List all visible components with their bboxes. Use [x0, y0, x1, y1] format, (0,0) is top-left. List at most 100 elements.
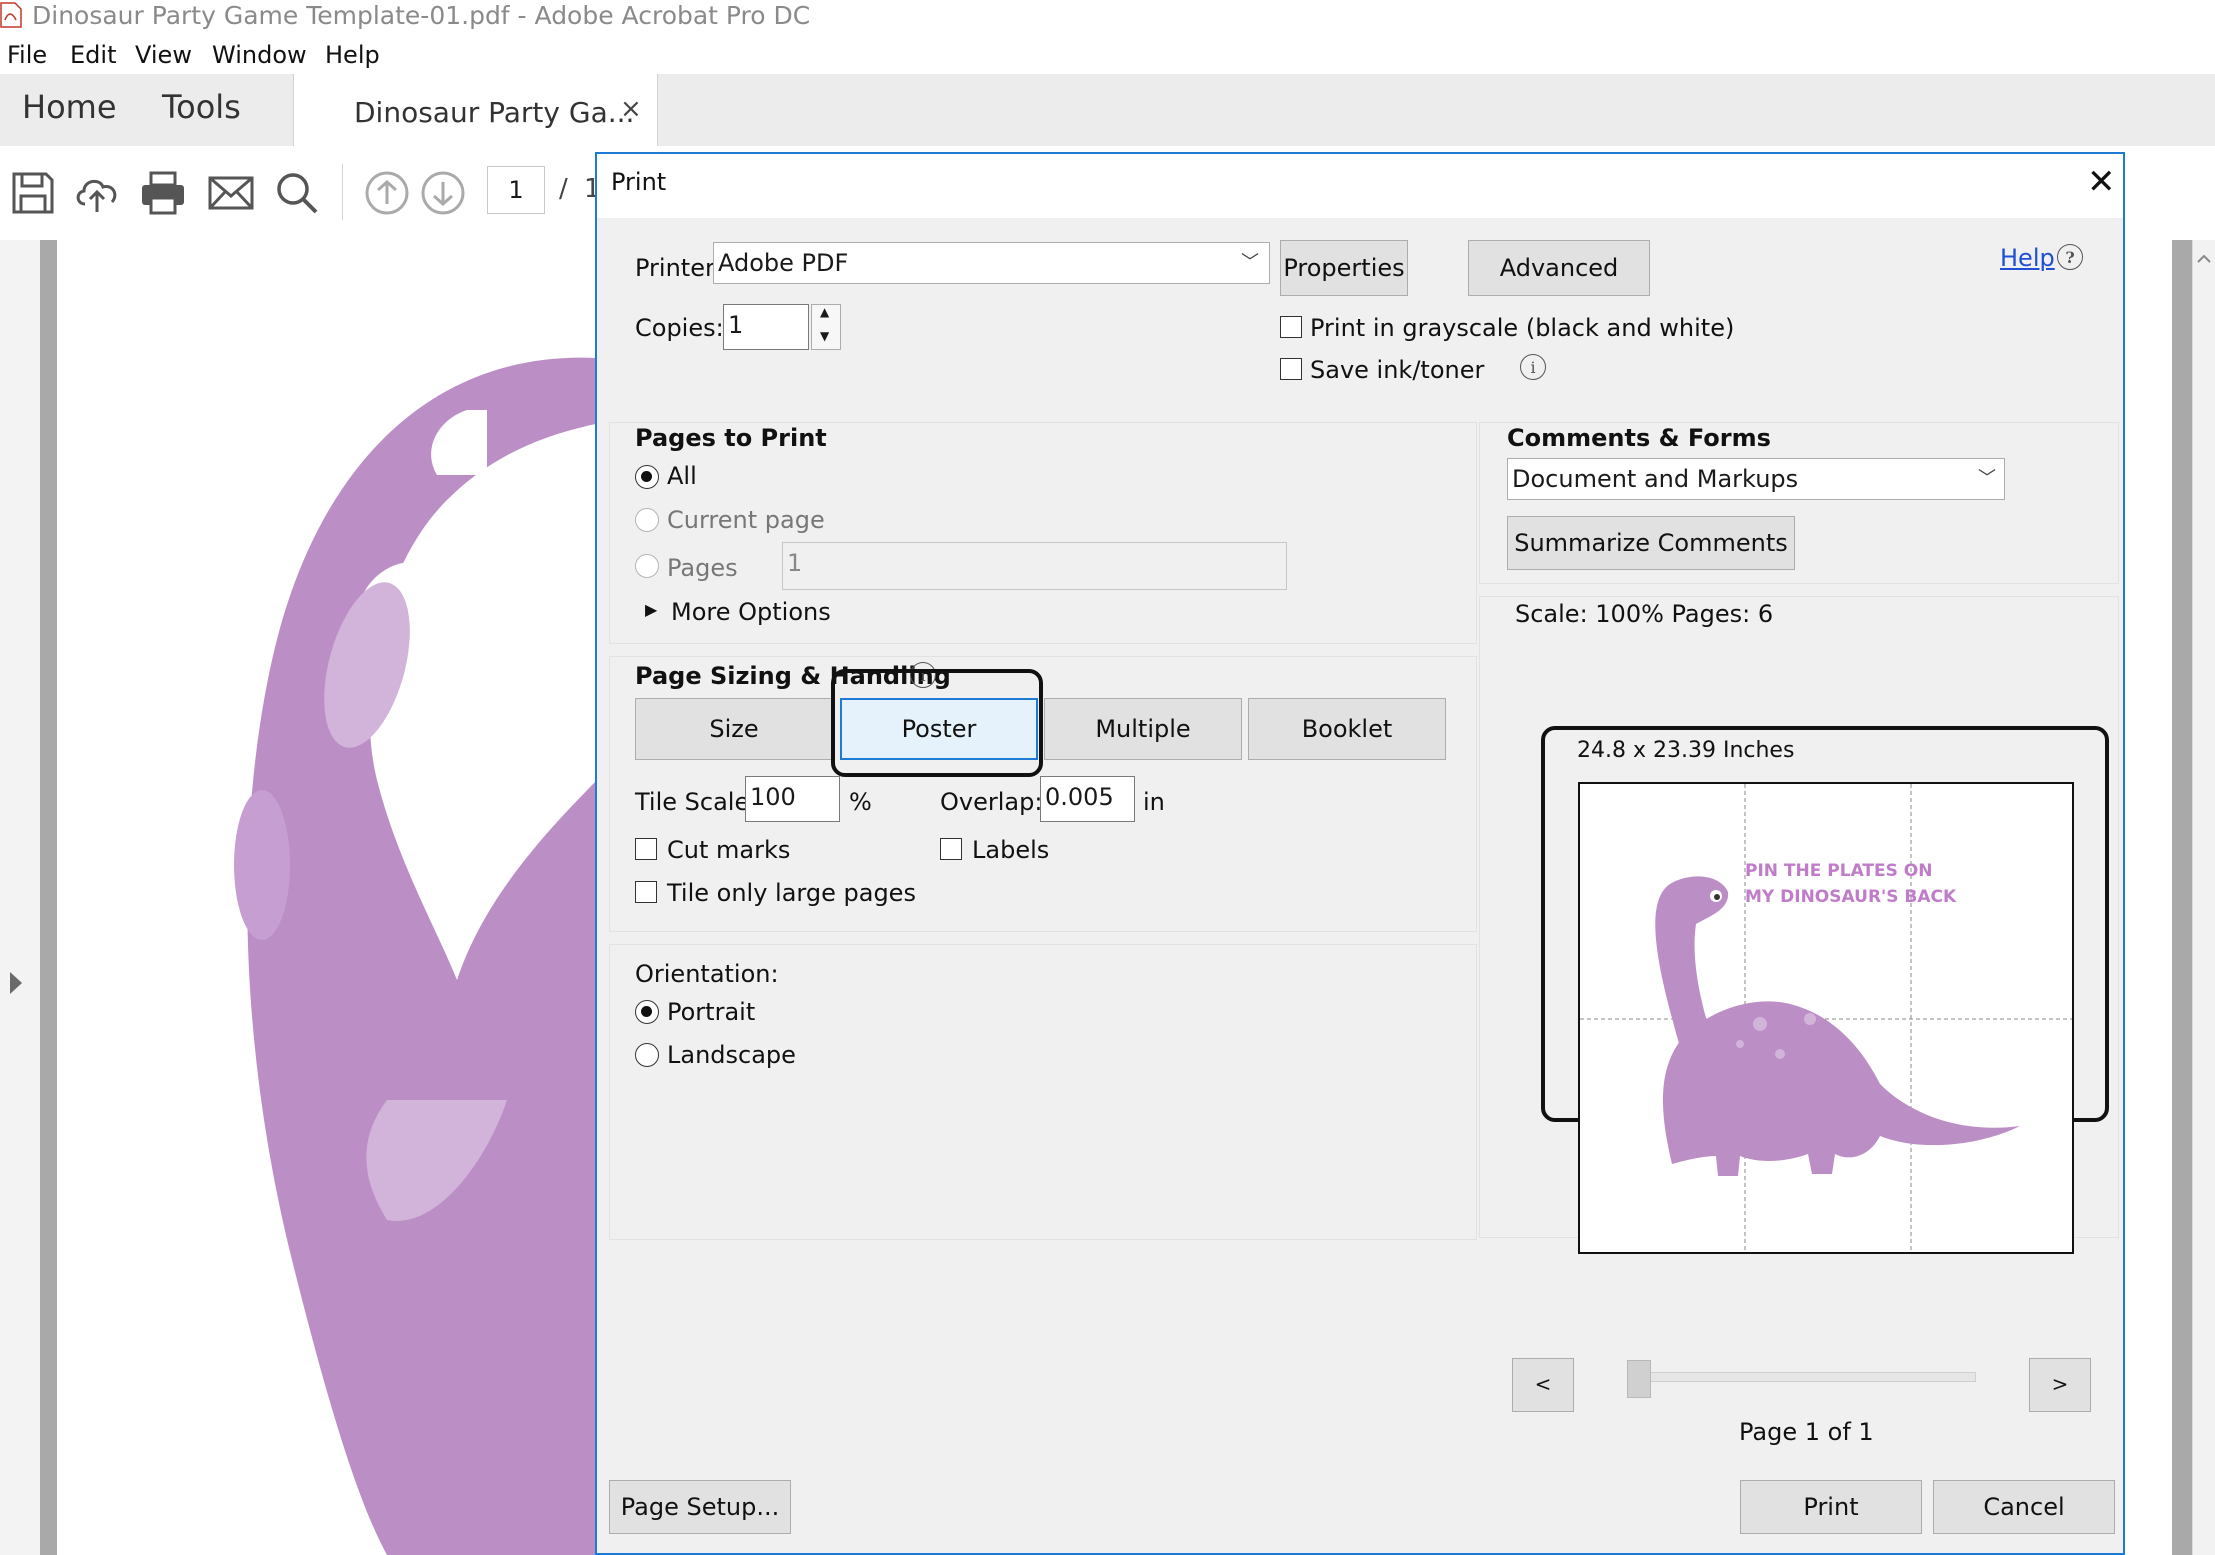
- print-icon[interactable]: [138, 168, 188, 218]
- print-button[interactable]: Print: [1740, 1480, 1922, 1534]
- previous-page-icon[interactable]: [362, 168, 412, 218]
- menu-help[interactable]: Help: [325, 41, 380, 69]
- save-ink-checkbox[interactable]: [1280, 358, 1302, 380]
- copies-input[interactable]: 1: [723, 304, 809, 350]
- cancel-button[interactable]: Cancel: [1933, 1480, 2115, 1534]
- stepper-up-icon[interactable]: ▲: [820, 305, 829, 319]
- percent-label: %: [849, 788, 872, 816]
- save-ink-label: Save ink/toner: [1310, 356, 1485, 384]
- tab-document[interactable]: Dinosaur Party Ga... ×: [293, 74, 658, 146]
- preview-artwork-line1: PIN THE PLATES ON: [1745, 861, 1932, 881]
- landscape-radio[interactable]: [635, 1043, 659, 1067]
- menu-edit[interactable]: Edit: [70, 41, 116, 69]
- preview-dinosaur-image: PIN THE PLATES ON MY DINOSAUR'S BACK: [1580, 784, 2072, 1252]
- dinosaur-artwork: [234, 357, 617, 1555]
- current-page-label: Current page: [667, 506, 825, 534]
- overlap-unit: in: [1143, 788, 1165, 816]
- portrait-label: Portrait: [667, 998, 756, 1026]
- acrobat-pdf-icon: [0, 2, 22, 28]
- save-icon[interactable]: [8, 168, 58, 218]
- preview-page-indicator: Page 1 of 1: [1739, 1418, 1874, 1446]
- printer-label: Printer:: [635, 254, 723, 282]
- copies-label: Copies:: [635, 314, 724, 342]
- scale-pages-text: Scale: 100% Pages: 6: [1515, 600, 1774, 628]
- preview-next-button[interactable]: >: [2029, 1358, 2091, 1412]
- page-sizing-info-icon[interactable]: i: [910, 662, 936, 688]
- search-icon[interactable]: [272, 168, 322, 218]
- menu-file[interactable]: File: [7, 41, 47, 69]
- pages-range-input[interactable]: 1: [782, 542, 1287, 590]
- preview-page: PIN THE PLATES ON MY DINOSAUR'S BACK: [1578, 782, 2074, 1254]
- tab-home[interactable]: Home: [22, 88, 117, 126]
- page-number-input[interactable]: 1: [487, 166, 545, 214]
- document-scrollbar[interactable]: [2192, 240, 2215, 1555]
- toolbar-divider: [342, 164, 343, 220]
- preview-prev-button[interactable]: <: [1512, 1358, 1574, 1412]
- document-tab-label: Dinosaur Party Ga...: [354, 96, 635, 129]
- pages-all-radio[interactable]: [635, 465, 659, 489]
- grayscale-checkbox[interactable]: [1280, 316, 1302, 338]
- overlap-label: Overlap:: [940, 788, 1043, 816]
- landscape-label: Landscape: [667, 1041, 796, 1069]
- expand-triangle-icon[interactable]: ▶: [645, 600, 657, 619]
- cloud-upload-icon[interactable]: [72, 168, 122, 218]
- copies-stepper[interactable]: ▲ ▼: [811, 304, 841, 350]
- comments-forms-value: Document and Markups: [1512, 465, 1799, 493]
- grayscale-label: Print in grayscale (black and white): [1310, 314, 1735, 342]
- preview-artwork-line2: MY DINOSAUR'S BACK: [1745, 887, 1957, 907]
- pages-to-print-heading: Pages to Print: [635, 424, 827, 452]
- preview-slider-track[interactable]: [1634, 1372, 1976, 1382]
- advanced-button[interactable]: Advanced: [1468, 240, 1650, 296]
- multiple-button[interactable]: Multiple: [1044, 698, 1242, 760]
- current-page-radio[interactable]: [635, 508, 659, 532]
- tile-scale-input[interactable]: 100: [745, 776, 840, 822]
- menu-bar: File Edit View Window Help: [0, 36, 2215, 75]
- close-tab-icon[interactable]: ×: [620, 94, 642, 124]
- tile-scale-label: Tile Scale:: [635, 788, 758, 816]
- left-pane-collapsed[interactable]: [0, 240, 40, 1555]
- menu-window[interactable]: Window: [212, 41, 307, 69]
- preview-frame: 24.8 x 23.39 Inches PIN THE PLATES ON MY…: [1541, 726, 2109, 1254]
- summarize-comments-button[interactable]: Summarize Comments: [1507, 516, 1795, 570]
- scroll-up-icon[interactable]: [2193, 248, 2215, 270]
- comments-forms-heading: Comments & Forms: [1507, 424, 1771, 452]
- portrait-radio[interactable]: [635, 1000, 659, 1024]
- page-separator: /: [559, 174, 568, 204]
- cut-marks-label: Cut marks: [667, 836, 791, 864]
- menu-view[interactable]: View: [135, 41, 192, 69]
- print-dialog: Print ✕ Printer: Adobe PDF ﹀ Properties …: [595, 152, 2125, 1555]
- tile-only-large-checkbox[interactable]: [635, 881, 657, 903]
- orientation-heading: Orientation:: [635, 960, 779, 988]
- next-page-icon[interactable]: [418, 168, 468, 218]
- help-link[interactable]: Help: [2000, 244, 2055, 272]
- cut-marks-checkbox[interactable]: [635, 838, 657, 860]
- printer-select[interactable]: Adobe PDF ﹀: [713, 242, 1270, 284]
- poster-button[interactable]: Poster: [840, 698, 1038, 760]
- comments-forms-select[interactable]: Document and Markups ﹀: [1507, 458, 2005, 500]
- pages-range-radio[interactable]: [635, 554, 659, 578]
- labels-checkbox[interactable]: [940, 838, 962, 860]
- printer-value: Adobe PDF: [718, 249, 849, 277]
- stepper-down-icon[interactable]: ▼: [820, 329, 829, 343]
- dialog-title: Print: [611, 168, 667, 196]
- info-icon[interactable]: i: [1520, 354, 1546, 380]
- help-question-icon[interactable]: ?: [2057, 244, 2083, 270]
- size-button[interactable]: Size: [635, 698, 833, 760]
- properties-button[interactable]: Properties: [1280, 240, 1408, 296]
- tile-only-large-label: Tile only large pages: [667, 879, 916, 907]
- page-setup-button[interactable]: Page Setup...: [609, 1480, 791, 1534]
- preview-dimensions: 24.8 x 23.39 Inches: [1577, 738, 1795, 763]
- window-titlebar: Dinosaur Party Game Template-01.pdf - Ad…: [0, 0, 2215, 36]
- expand-pane-icon[interactable]: [10, 972, 22, 994]
- preview-slider-thumb[interactable]: [1627, 1360, 1651, 1398]
- more-options-toggle[interactable]: More Options: [671, 598, 831, 626]
- orientation-group: [609, 944, 1477, 1240]
- page-sizing-heading: Page Sizing & Handling: [635, 662, 951, 690]
- booklet-button[interactable]: Booklet: [1248, 698, 1446, 760]
- chevron-down-icon: ﹀: [1241, 252, 1259, 273]
- email-icon[interactable]: [206, 168, 256, 218]
- window-title: Dinosaur Party Game Template-01.pdf - Ad…: [32, 1, 811, 30]
- overlap-input[interactable]: 0.005: [1040, 776, 1135, 822]
- dialog-close-icon[interactable]: ✕: [2087, 162, 2116, 202]
- tab-tools[interactable]: Tools: [162, 88, 241, 126]
